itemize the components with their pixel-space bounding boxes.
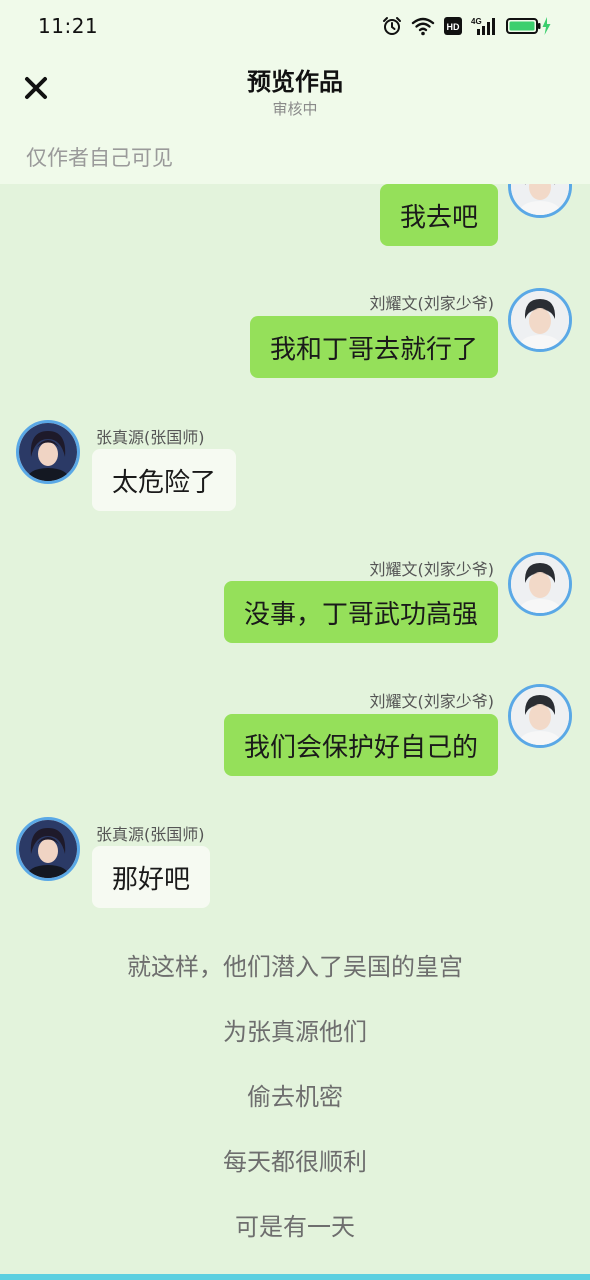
message-bubble[interactable]: 太危险了 (92, 449, 237, 511)
avatar-liu[interactable] (508, 184, 572, 218)
narration-line: 可是有一天 (235, 1213, 355, 1241)
visibility-note-text: 仅作者自己可见 (26, 146, 173, 170)
narration-line: 每天都很顺利 (223, 1148, 367, 1176)
message-bubble[interactable]: 我和丁哥去就行了 (249, 316, 498, 378)
narration-line: 就这样，他们潜入了吴国的皇宫 (127, 953, 463, 981)
status-bar: 11:21 HD 4G (0, 0, 590, 52)
wifi-icon (411, 16, 435, 36)
message-bubble[interactable]: 那好吧 (92, 846, 211, 908)
message-text: 那好吧 (112, 864, 191, 895)
chat-area[interactable]: 我去吧 刘耀文(刘家少爷) 我和丁哥去就行了 张真源(张国师) 太危险了 刘耀文… (0, 184, 590, 1274)
message-bubble[interactable]: 我去吧 (379, 184, 498, 246)
page-title: 预览作品 (247, 68, 343, 96)
sender-name: 刘耀文(刘家少爷) (369, 560, 495, 579)
avatar-zhang[interactable] (16, 420, 80, 484)
message-text: 我们会保护好自己的 (243, 732, 478, 763)
sender-name: 张真源(张国师) (96, 825, 205, 844)
avatar-zhang[interactable] (16, 817, 80, 881)
review-status: 审核中 (272, 100, 318, 118)
narration-line: 为张真源他们 (223, 1018, 367, 1046)
sender-name: 张真源(张国师) (96, 428, 205, 447)
avatar-liu[interactable] (508, 552, 572, 616)
svg-text:HD: HD (447, 22, 460, 32)
narration-line: 偷去机密 (247, 1083, 343, 1111)
sender-name: 刘耀文(刘家少爷) (369, 294, 495, 313)
message-text: 我去吧 (399, 202, 478, 233)
alarm-icon (382, 16, 402, 36)
signal-4g-icon: 4G (471, 16, 497, 36)
message-text: 没事，丁哥武功高强 (243, 599, 478, 630)
message-text: 太危险了 (112, 467, 217, 498)
hd-icon: HD (444, 17, 462, 35)
message-bubble[interactable]: 没事，丁哥武功高强 (223, 581, 498, 643)
header: 预览作品 审核中 (0, 52, 590, 130)
visibility-note: 仅作者自己可见 (0, 130, 590, 184)
avatar-liu[interactable] (508, 288, 572, 352)
message-bubble[interactable]: 我们会保护好自己的 (223, 714, 498, 776)
battery-charging-icon (506, 16, 552, 36)
svg-text:4G: 4G (471, 17, 482, 26)
sender-name: 刘耀文(刘家少爷) (369, 692, 495, 711)
message-text: 我和丁哥去就行了 (269, 334, 478, 365)
bottom-strip (0, 1274, 590, 1280)
status-time: 11:21 (38, 14, 99, 38)
avatar-liu[interactable] (508, 684, 572, 748)
status-icons: HD 4G (382, 16, 552, 36)
